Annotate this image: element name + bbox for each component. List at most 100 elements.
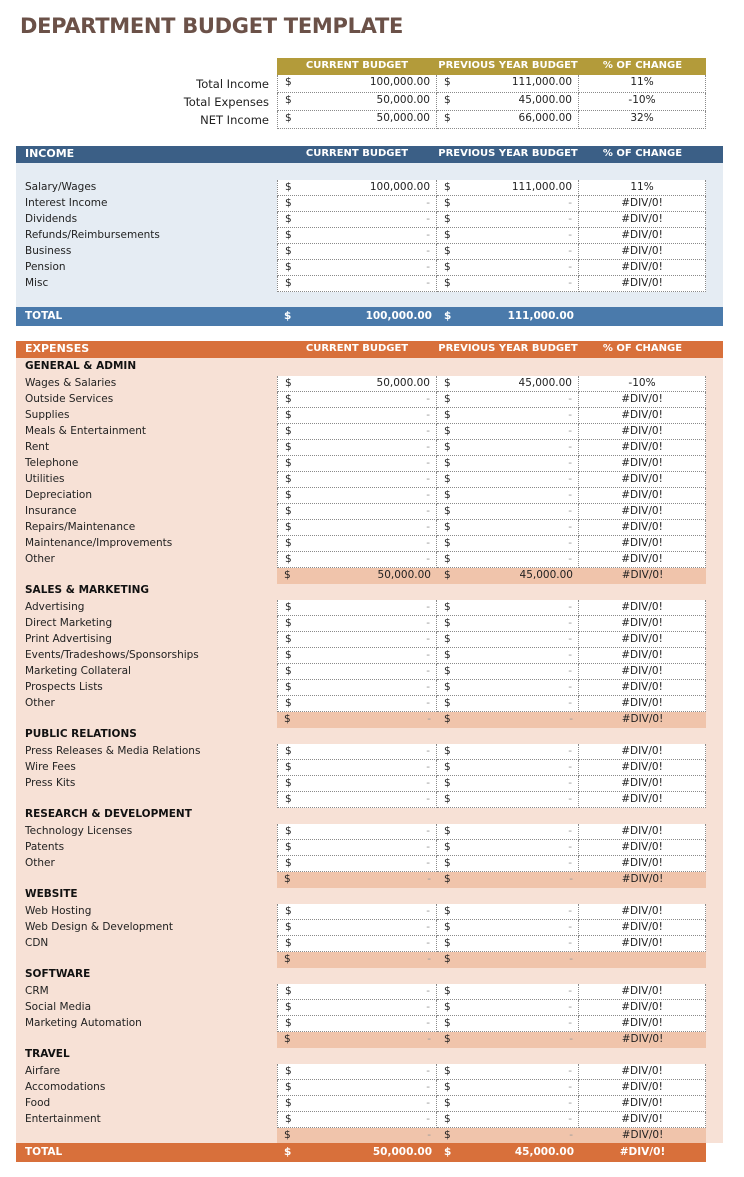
current-budget-cell[interactable]: $ - bbox=[277, 600, 437, 616]
current-budget-cell[interactable]: $ - bbox=[277, 712, 437, 728]
previous-budget-cell[interactable]: $ - bbox=[437, 520, 579, 536]
previous-budget-cell[interactable]: $ - bbox=[437, 1096, 579, 1112]
current-budget-cell[interactable]: $ - bbox=[277, 472, 437, 488]
current-budget-cell[interactable]: $ - bbox=[277, 952, 437, 968]
previous-budget-cell[interactable]: $66,000.00 bbox=[437, 111, 579, 129]
current-budget-cell[interactable]: $50,000.00 bbox=[277, 376, 437, 392]
current-budget-cell[interactable]: $ - bbox=[277, 1000, 437, 1016]
current-budget-cell[interactable]: $ - bbox=[277, 228, 437, 244]
current-budget-cell[interactable]: $ - bbox=[277, 632, 437, 648]
previous-budget-cell[interactable]: $ - bbox=[437, 936, 579, 952]
previous-budget-cell[interactable]: $ - bbox=[437, 536, 579, 552]
current-budget-cell[interactable]: $ - bbox=[277, 456, 437, 472]
current-budget-cell[interactable]: $100,000.00 bbox=[277, 75, 437, 93]
current-budget-cell[interactable]: $ - bbox=[277, 1064, 437, 1080]
previous-budget-cell[interactable]: $ - bbox=[437, 680, 579, 696]
current-budget-cell[interactable]: $ - bbox=[277, 616, 437, 632]
previous-budget-cell[interactable]: $ - bbox=[437, 472, 579, 488]
previous-budget-cell[interactable]: $ - bbox=[437, 824, 579, 840]
current-budget-cell[interactable]: $ - bbox=[277, 244, 437, 260]
previous-budget-cell[interactable]: $ - bbox=[437, 696, 579, 712]
previous-budget-cell[interactable]: $ - bbox=[437, 984, 579, 1000]
previous-budget-cell[interactable]: $ - bbox=[437, 872, 579, 888]
previous-budget-cell[interactable]: $ - bbox=[437, 920, 579, 936]
previous-budget-cell[interactable]: $ - bbox=[437, 856, 579, 872]
previous-budget-cell[interactable]: $ - bbox=[437, 196, 579, 212]
previous-budget-cell[interactable]: $111,000.00 bbox=[437, 180, 579, 196]
current-budget-cell[interactable]: $ - bbox=[277, 440, 437, 456]
previous-budget-cell[interactable]: $ - bbox=[437, 504, 579, 520]
previous-budget-cell[interactable]: $ - bbox=[437, 760, 579, 776]
current-budget-cell[interactable]: $ - bbox=[277, 792, 437, 808]
previous-budget-cell[interactable]: $ - bbox=[437, 212, 579, 228]
previous-budget-cell[interactable]: $ - bbox=[437, 424, 579, 440]
current-budget-cell[interactable]: $ - bbox=[277, 196, 437, 212]
current-budget-cell[interactable]: $ - bbox=[277, 680, 437, 696]
previous-budget-cell[interactable]: $ - bbox=[437, 744, 579, 760]
previous-budget-cell[interactable]: $ - bbox=[437, 392, 579, 408]
previous-budget-cell[interactable]: $ - bbox=[437, 1064, 579, 1080]
current-budget-cell[interactable]: $ - bbox=[277, 1032, 437, 1048]
current-budget-cell[interactable]: $ - bbox=[277, 984, 437, 1000]
previous-budget-cell[interactable]: $ - bbox=[437, 840, 579, 856]
current-budget-cell[interactable]: $ - bbox=[277, 392, 437, 408]
current-budget-cell[interactable]: $50,000.00 bbox=[277, 568, 437, 584]
current-budget-cell[interactable]: $ - bbox=[277, 696, 437, 712]
current-budget-cell[interactable]: $50,000.00 bbox=[277, 111, 437, 129]
previous-budget-cell[interactable]: $ - bbox=[437, 1016, 579, 1032]
previous-budget-cell[interactable]: $ - bbox=[437, 664, 579, 680]
previous-budget-cell[interactable]: $ - bbox=[437, 1112, 579, 1128]
previous-budget-cell[interactable]: $ - bbox=[437, 712, 579, 728]
previous-budget-cell[interactable]: $ - bbox=[437, 488, 579, 504]
previous-budget-cell[interactable]: $ - bbox=[437, 456, 579, 472]
current-budget-cell[interactable]: $ - bbox=[277, 1016, 437, 1032]
previous-budget-cell[interactable]: $ - bbox=[437, 1000, 579, 1016]
previous-budget-cell[interactable]: $45,000.00 bbox=[437, 93, 579, 111]
current-budget-cell[interactable]: $ - bbox=[277, 276, 437, 292]
current-budget-cell[interactable]: $ - bbox=[277, 840, 437, 856]
previous-budget-cell[interactable]: $ - bbox=[437, 408, 579, 424]
previous-budget-cell[interactable]: $ - bbox=[437, 776, 579, 792]
current-budget-cell[interactable]: $ - bbox=[277, 1096, 437, 1112]
previous-budget-cell[interactable]: $ - bbox=[437, 600, 579, 616]
previous-budget-cell[interactable]: $111,000.00 bbox=[437, 75, 579, 93]
previous-budget-cell[interactable]: $ - bbox=[437, 276, 579, 292]
current-budget-cell[interactable]: $ - bbox=[277, 552, 437, 568]
current-budget-cell[interactable]: $ - bbox=[277, 504, 437, 520]
current-budget-cell[interactable]: $ - bbox=[277, 1080, 437, 1096]
current-budget-cell[interactable]: $ - bbox=[277, 520, 437, 536]
previous-budget-cell[interactable]: $ - bbox=[437, 260, 579, 276]
previous-budget-cell[interactable]: $ - bbox=[437, 1128, 579, 1144]
current-budget-cell[interactable]: $ - bbox=[277, 488, 437, 504]
current-budget-cell[interactable]: $50,000.00 bbox=[277, 93, 437, 111]
current-budget-cell[interactable]: $ - bbox=[277, 760, 437, 776]
current-budget-cell[interactable]: $ - bbox=[277, 872, 437, 888]
current-budget-cell[interactable]: $ - bbox=[277, 744, 437, 760]
previous-budget-cell[interactable]: $ - bbox=[437, 440, 579, 456]
current-budget-cell[interactable]: $ - bbox=[277, 1112, 437, 1128]
current-budget-cell[interactable]: $ - bbox=[277, 260, 437, 276]
current-budget-cell[interactable]: $ - bbox=[277, 856, 437, 872]
current-budget-cell[interactable]: $100,000.00 bbox=[277, 180, 437, 196]
current-budget-cell[interactable]: $ - bbox=[277, 1128, 437, 1144]
previous-budget-cell[interactable]: $ - bbox=[437, 228, 579, 244]
previous-budget-cell[interactable]: $45,000.00 bbox=[437, 376, 579, 392]
previous-budget-cell[interactable]: $ - bbox=[437, 1032, 579, 1048]
current-budget-cell[interactable]: $ - bbox=[277, 904, 437, 920]
previous-budget-cell[interactable]: $ - bbox=[437, 648, 579, 664]
previous-budget-cell[interactable]: $ - bbox=[437, 904, 579, 920]
current-budget-cell[interactable]: $ - bbox=[277, 664, 437, 680]
previous-budget-cell[interactable]: $ - bbox=[437, 792, 579, 808]
previous-budget-cell[interactable]: $ - bbox=[437, 552, 579, 568]
current-budget-cell[interactable]: $ - bbox=[277, 824, 437, 840]
current-budget-cell[interactable]: $ - bbox=[277, 408, 437, 424]
current-budget-cell[interactable]: $ - bbox=[277, 536, 437, 552]
previous-budget-cell[interactable]: $ - bbox=[437, 952, 579, 968]
previous-budget-cell[interactable]: $ - bbox=[437, 632, 579, 648]
current-budget-cell[interactable]: $ - bbox=[277, 212, 437, 228]
current-budget-cell[interactable]: $ - bbox=[277, 424, 437, 440]
current-budget-cell[interactable]: $ - bbox=[277, 920, 437, 936]
previous-budget-cell[interactable]: $45,000.00 bbox=[437, 568, 579, 584]
previous-budget-cell[interactable]: $ - bbox=[437, 244, 579, 260]
current-budget-cell[interactable]: $ - bbox=[277, 776, 437, 792]
